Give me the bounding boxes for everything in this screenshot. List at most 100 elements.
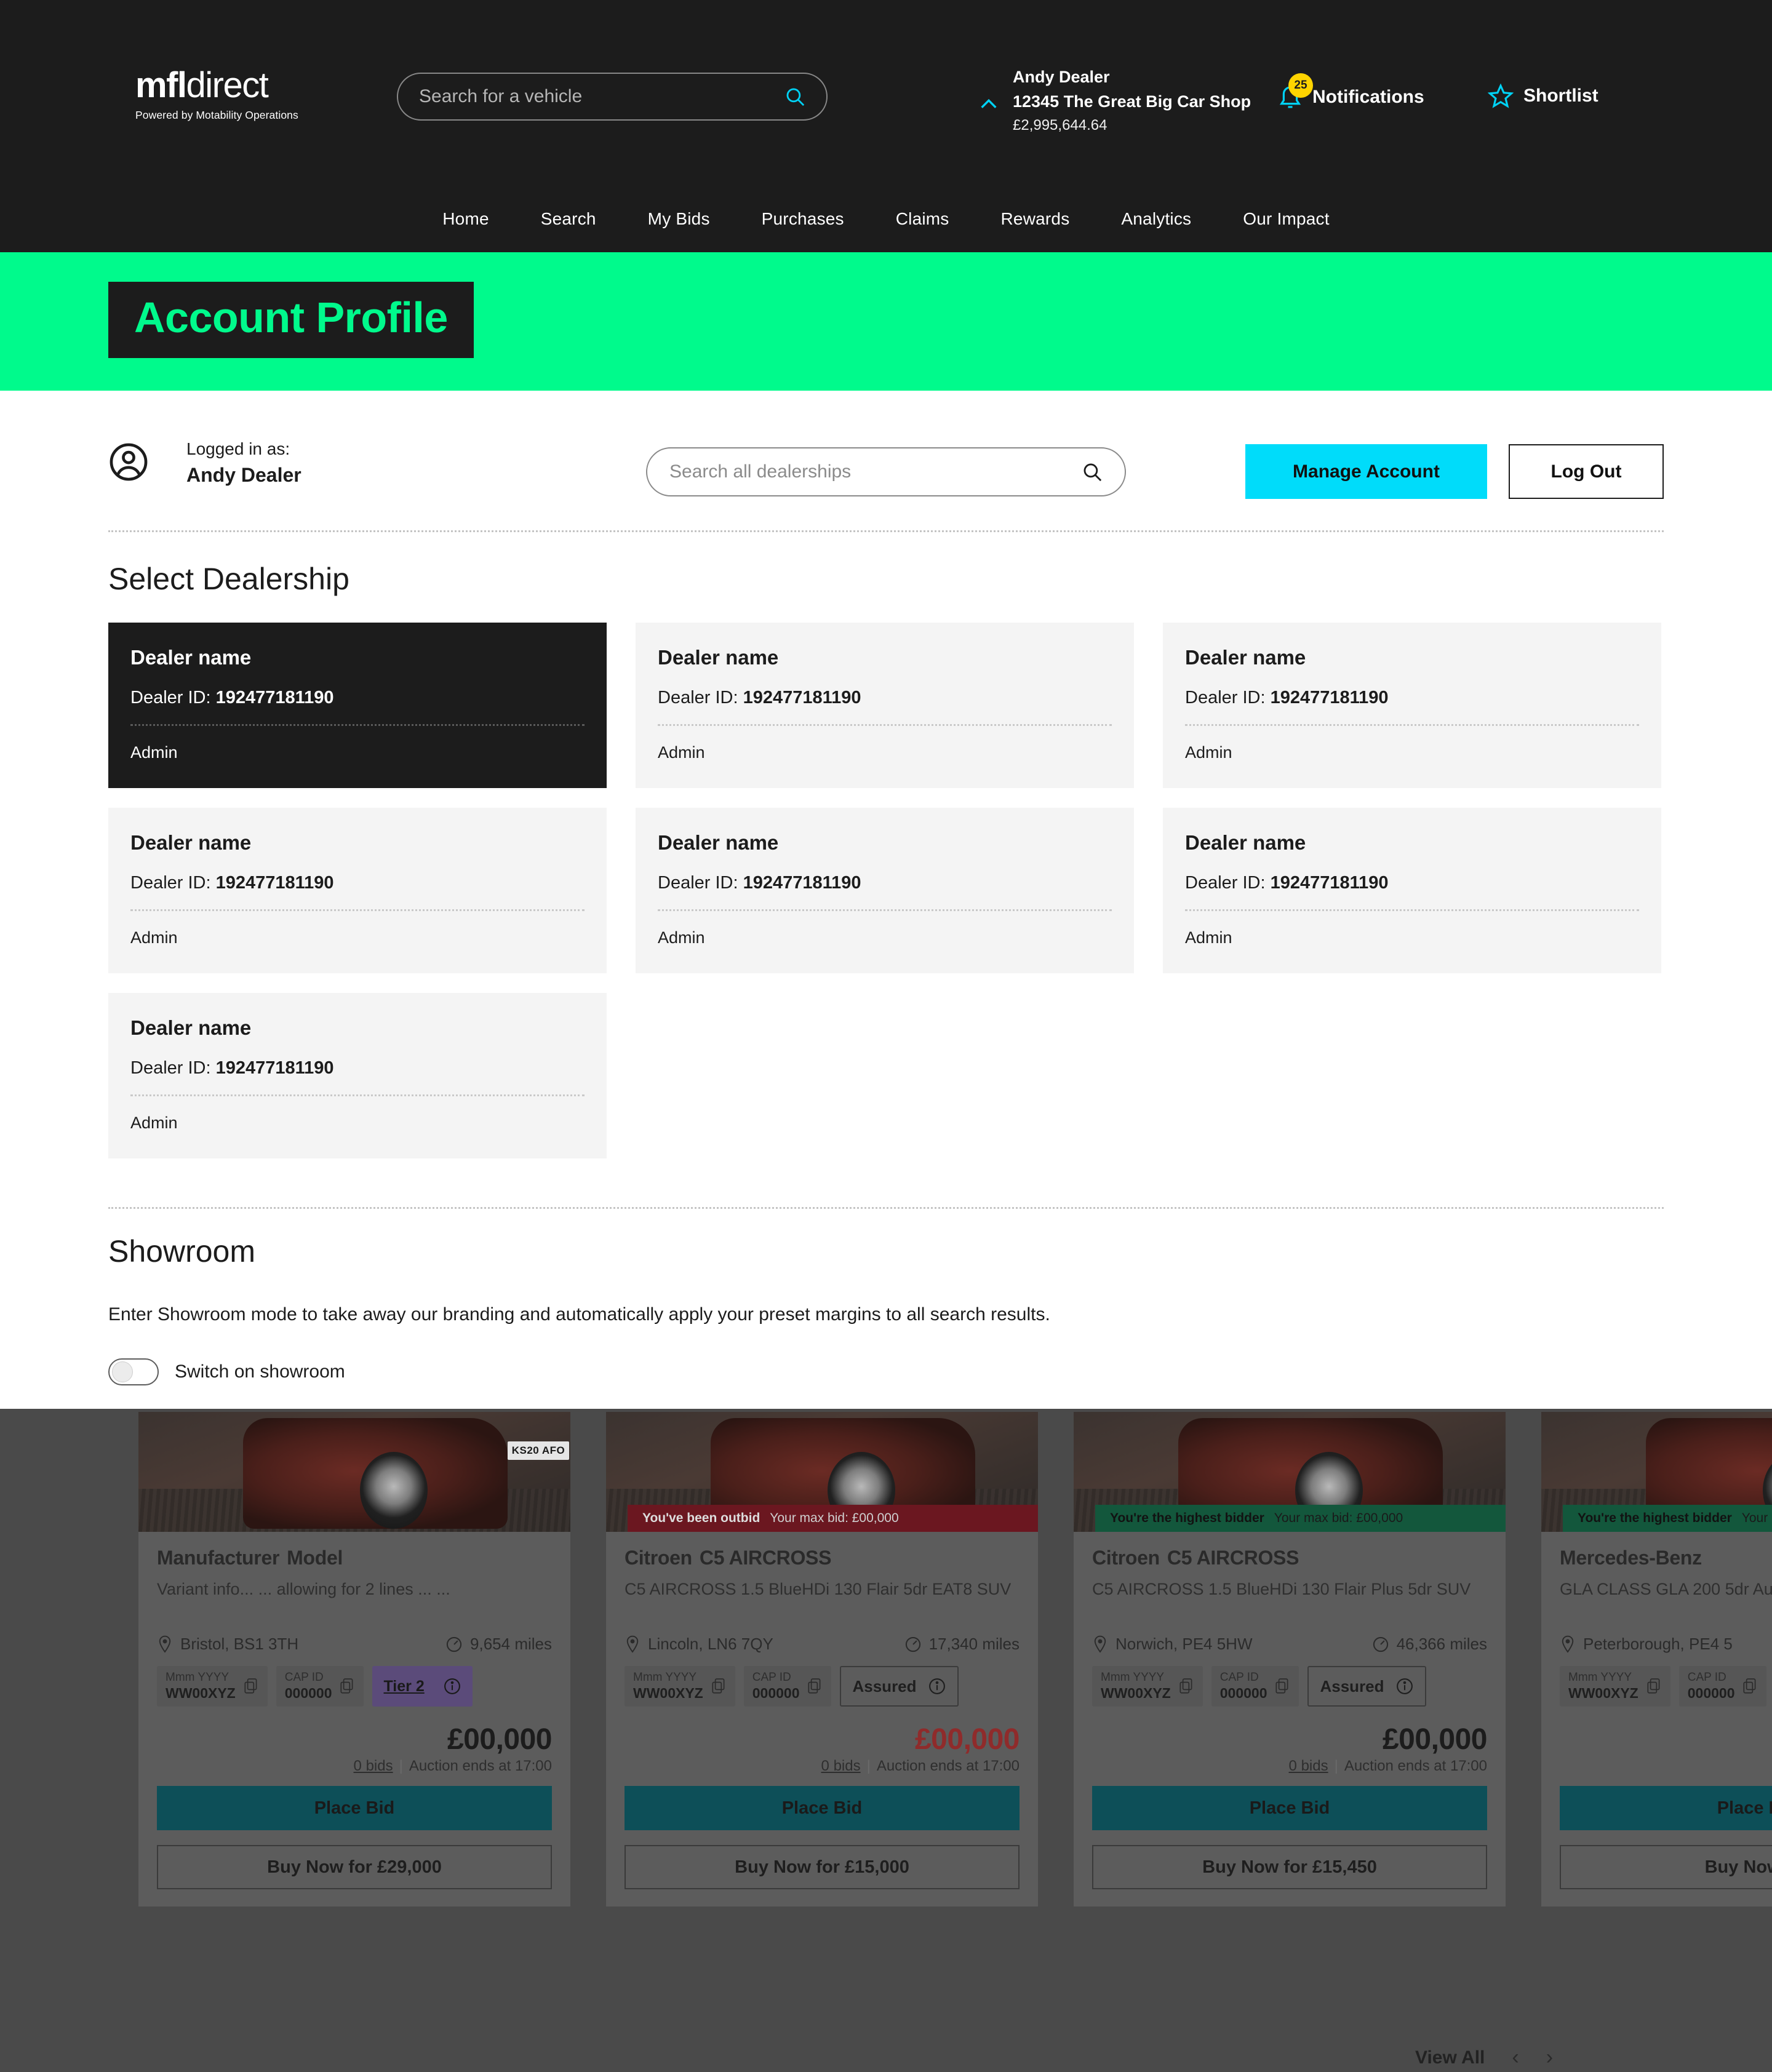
dealer-id-value: 192477181190 [1270, 688, 1389, 707]
vehicle-chips: Mmm YYYY WW00XYZ CAP ID 000000 [157, 1666, 552, 1707]
dealership-grid: Dealer name Dealer ID: 192477181190 Admi… [108, 623, 1666, 1158]
vehicle-card-3[interactable]: You're the highest bidder Your max bid: … [1074, 1412, 1506, 1907]
status-banner-highest: You're the highest bidder Your max bid: … [1563, 1505, 1772, 1532]
chevron-right-icon[interactable]: › [1546, 2046, 1553, 2070]
vehicle-title: Mercedes-Benz [1560, 1547, 1772, 1569]
reg-chip[interactable]: Mmm YYYY WW00XYZ [1092, 1666, 1203, 1707]
vehicle-card-2[interactable]: You've been outbid Your max bid: £00,000… [606, 1412, 1038, 1907]
auction-end: Auction ends at 17:00 [1344, 1758, 1487, 1774]
buy-now-button[interactable]: Buy Now for £29,000 [157, 1845, 552, 1889]
log-out-button[interactable]: Log Out [1509, 444, 1664, 499]
place-bid-button[interactable]: Place Bid [1560, 1786, 1772, 1830]
bids-count[interactable]: 0 bids [821, 1758, 861, 1774]
dealership-card-1[interactable]: Dealer name Dealer ID: 192477181190 Admi… [108, 623, 607, 788]
account-summary[interactable]: Andy Dealer 12345 The Great Big Car Shop… [978, 66, 1251, 135]
copy-icon[interactable] [807, 1678, 823, 1695]
dealership-card-6[interactable]: Dealer name Dealer ID: 192477181190 Admi… [1163, 808, 1661, 973]
view-all-row: View All ‹ › [1415, 2046, 1553, 2070]
cap-chip[interactable]: CAP ID 000000 [1678, 1666, 1767, 1707]
vehicle-mileage: 17,340 miles [904, 1635, 1020, 1654]
place-bid-button[interactable]: Place Bid [625, 1786, 1020, 1830]
vehicle-search-box[interactable] [397, 73, 828, 121]
notifications-button[interactable]: 25 Notifications [1277, 73, 1424, 111]
status-banner-highest: You're the highest bidder Your max bid: … [1095, 1505, 1506, 1532]
chevron-up-icon[interactable] [978, 94, 999, 114]
vehicle-photo: You've been outbid Your max bid: £00,000 [606, 1412, 1038, 1532]
shortlist-button[interactable]: Shortlist [1488, 83, 1598, 109]
logo-mfl: mfl [135, 65, 187, 105]
search-icon[interactable] [1082, 461, 1103, 482]
dealership-card-5[interactable]: Dealer name Dealer ID: 192477181190 Admi… [636, 808, 1134, 973]
cap-chip[interactable]: CAP ID 000000 [1211, 1666, 1299, 1707]
place-bid-button[interactable]: Place Bid [1092, 1786, 1487, 1830]
cap-chip[interactable]: CAP ID 000000 [743, 1666, 832, 1707]
chevron-left-icon[interactable]: ‹ [1512, 2046, 1519, 2070]
status-max-bid: Your max bid: £00,000 [770, 1511, 899, 1525]
reg-chip[interactable]: Mmm YYYY WW00XYZ [157, 1666, 268, 1707]
assured-badge[interactable]: Assured [840, 1666, 959, 1707]
buy-now-button[interactable]: Buy Now for [1560, 1845, 1772, 1889]
vehicle-card-4[interactable]: You're the highest bidder Your max bid: … [1541, 1412, 1772, 1907]
logged-in-label: Logged in as: [186, 439, 290, 458]
card-divider [130, 909, 585, 911]
dealership-search-input[interactable] [669, 461, 1082, 482]
copy-icon[interactable] [339, 1678, 355, 1695]
cap-chip[interactable]: CAP ID 000000 [276, 1666, 364, 1707]
dealership-card-7[interactable]: Dealer name Dealer ID: 192477181190 Admi… [108, 993, 607, 1158]
nav-item-search[interactable]: Search [515, 209, 622, 229]
dealership-search-box[interactable] [646, 447, 1126, 496]
divider-account [108, 530, 1664, 532]
assured-label: Assured [852, 1676, 917, 1695]
status-banner-outbid: You've been outbid Your max bid: £00,000 [628, 1505, 1038, 1532]
info-icon[interactable] [928, 1677, 946, 1695]
copy-icon[interactable] [1178, 1678, 1194, 1695]
buy-now-button[interactable]: Buy Now for £15,450 [1092, 1845, 1487, 1889]
dealer-name: Dealer name [130, 831, 252, 854]
cap-value: 000000 [1219, 1685, 1267, 1701]
place-bid-button[interactable]: Place Bid [157, 1786, 552, 1830]
vehicle-meta: Peterborough, PE4 5 [1560, 1635, 1772, 1654]
vehicle-search-input[interactable] [419, 86, 784, 107]
toggle-knob [112, 1361, 133, 1382]
reg-chip[interactable]: Mmm YYYY WW00XYZ [625, 1666, 735, 1707]
nav-item-analytics[interactable]: Analytics [1095, 209, 1217, 229]
card-divider [130, 1094, 585, 1096]
dealership-card-4[interactable]: Dealer name Dealer ID: 192477181190 Admi… [108, 808, 607, 973]
vehicle-variant: C5 AIRCROSS 1.5 BlueHDi 130 Flair 5dr EA… [625, 1580, 1012, 1598]
nav-item-our-impact[interactable]: Our Impact [1217, 209, 1355, 229]
nav-item-home[interactable]: Home [417, 209, 515, 229]
nav-item-claims[interactable]: Claims [870, 209, 975, 229]
nav-item-purchases[interactable]: Purchases [736, 209, 870, 229]
reg-chip-text: Mmm YYYY WW00XYZ [1568, 1671, 1638, 1702]
manage-account-button[interactable]: Manage Account [1245, 444, 1487, 499]
dealership-card-3[interactable]: Dealer name Dealer ID: 192477181190 Admi… [1163, 623, 1661, 788]
view-all-link[interactable]: View All [1415, 2047, 1485, 2068]
info-icon[interactable] [443, 1677, 461, 1695]
dealer-id-value: 192477181190 [215, 688, 334, 707]
buy-now-button[interactable]: Buy Now for £15,000 [625, 1845, 1020, 1889]
card-divider [658, 724, 1112, 726]
nav-item-rewards[interactable]: Rewards [975, 209, 1096, 229]
search-icon[interactable] [784, 86, 805, 107]
reg-chip[interactable]: Mmm YYYY WW00XYZ [1560, 1666, 1670, 1707]
dealership-card-2[interactable]: Dealer name Dealer ID: 192477181190 Admi… [636, 623, 1134, 788]
info-icon[interactable] [1395, 1677, 1414, 1695]
tier-badge[interactable]: Tier 2 [372, 1666, 473, 1707]
reg-label: Mmm YYYY [166, 1671, 229, 1684]
assured-badge[interactable]: Assured [1307, 1666, 1426, 1707]
site-logo[interactable]: mfldirect Powered by Motability Operatio… [135, 68, 298, 122]
copy-icon[interactable] [243, 1678, 259, 1695]
car-image: KS20 AFO [243, 1418, 569, 1529]
showroom-toggle[interactable] [108, 1358, 159, 1385]
bids-count[interactable]: 0 bids [354, 1758, 393, 1774]
vehicle-mileage: 46,366 miles [1372, 1635, 1487, 1654]
copy-icon[interactable] [711, 1678, 727, 1695]
bids-count[interactable]: 0 bids [1289, 1758, 1328, 1774]
copy-icon[interactable] [1274, 1678, 1290, 1695]
vehicle-card-1[interactable]: KS20 AFO Manufacturer Model Variant info.… [138, 1412, 570, 1907]
copy-icon[interactable] [1742, 1678, 1758, 1695]
dealer-name: Dealer name [130, 1016, 252, 1039]
number-plate: KS20 AFO [508, 1441, 569, 1460]
copy-icon[interactable] [1646, 1678, 1662, 1695]
nav-item-my-bids[interactable]: My Bids [622, 209, 736, 229]
